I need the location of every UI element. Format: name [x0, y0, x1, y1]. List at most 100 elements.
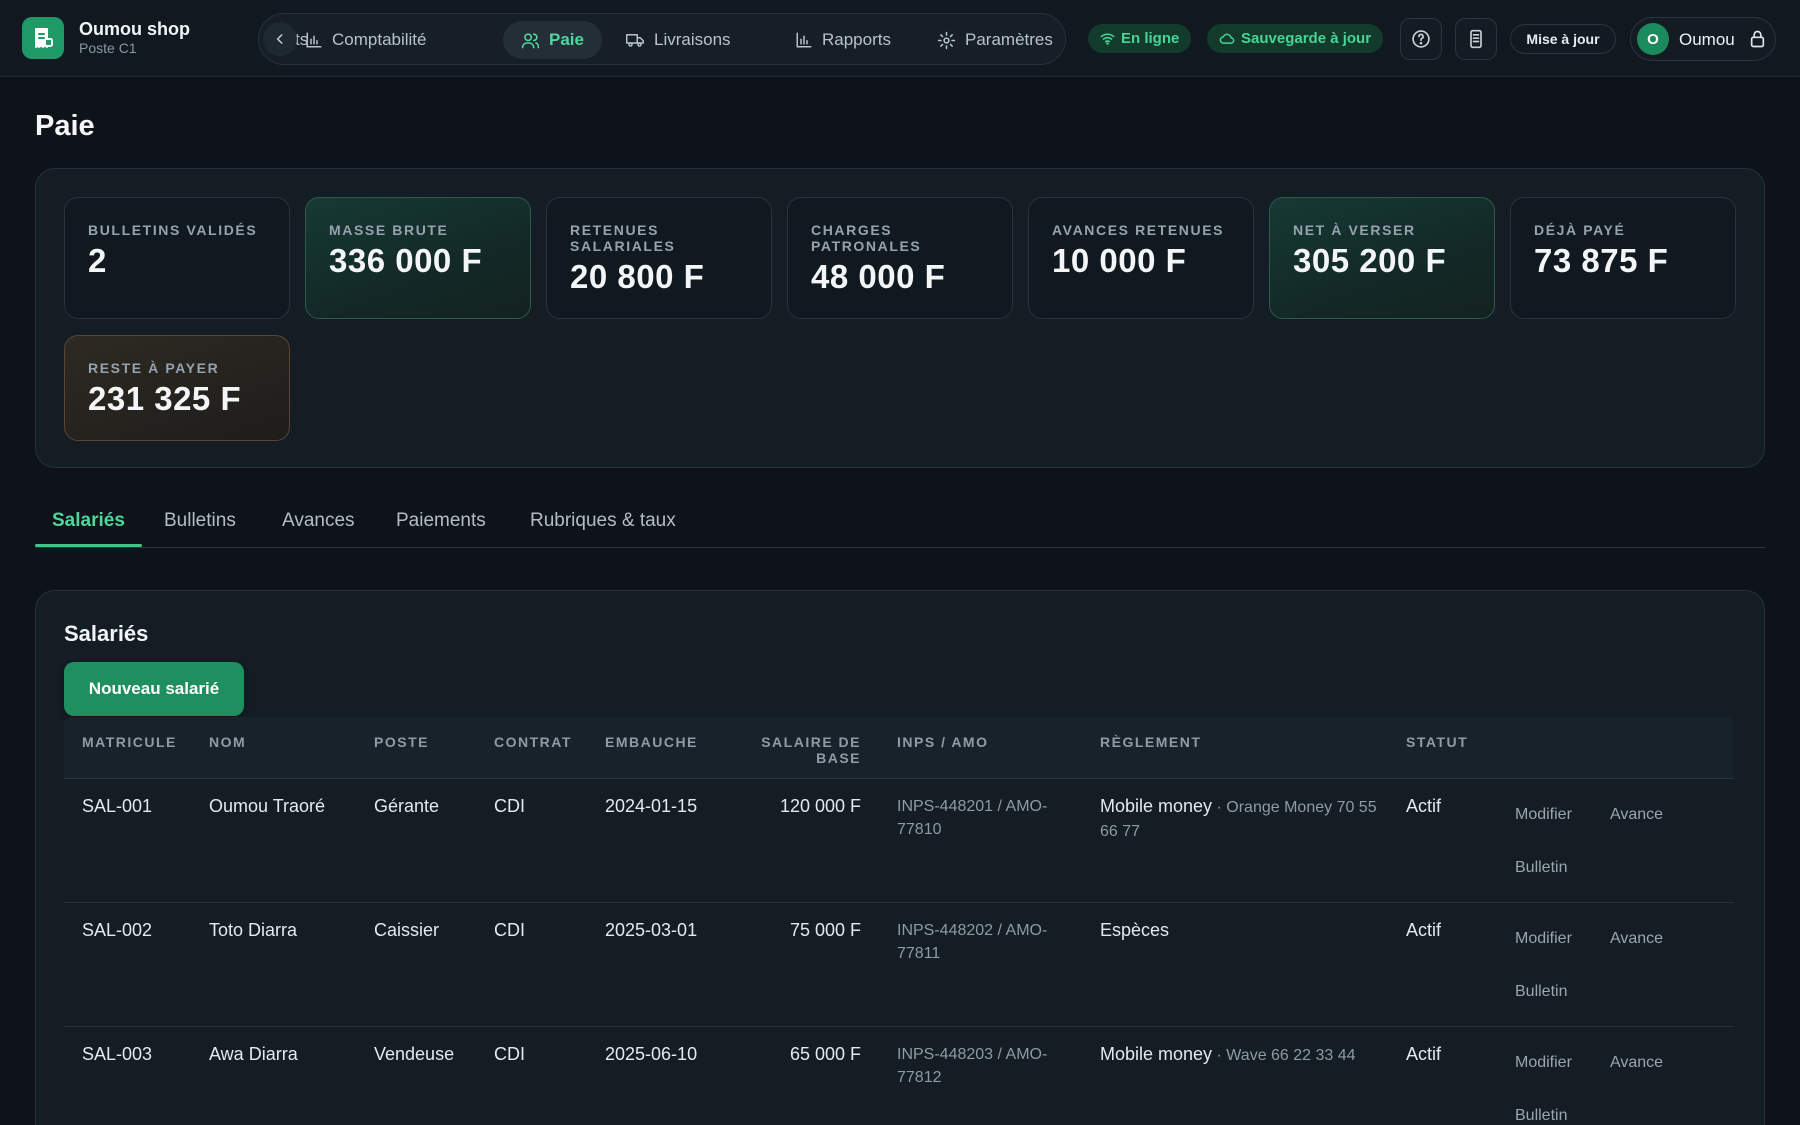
- page-title: Paie: [35, 110, 95, 142]
- cell-nom: Toto Diarra: [209, 920, 298, 940]
- cell-embauche: 2025-06-10: [605, 1044, 698, 1064]
- edit-button[interactable]: Modifier: [1515, 1054, 1572, 1072]
- payslip-button[interactable]: Bulletin: [1515, 859, 1567, 877]
- active-tab-indicator: [35, 544, 142, 547]
- cell-embauche: 2024-01-15: [605, 796, 698, 816]
- truck-icon: [626, 34, 644, 47]
- tab-paiements[interactable]: Paiements: [396, 510, 486, 532]
- online-status-label: En ligne: [1121, 30, 1180, 47]
- advance-button[interactable]: Avance: [1610, 930, 1663, 948]
- edit-button[interactable]: Modifier: [1515, 806, 1572, 824]
- payslip-button[interactable]: Bulletin: [1515, 1107, 1567, 1125]
- tab-bulletins[interactable]: Bulletins: [164, 510, 236, 532]
- backup-status-badge: Sauvegarde à jour: [1207, 24, 1384, 53]
- shop-name: Oumou shop: [79, 19, 190, 39]
- update-button[interactable]: Mise à jour: [1510, 24, 1616, 54]
- stat-value: 10 000 F: [1052, 242, 1187, 279]
- stat-label: Avances retenues: [1052, 222, 1225, 238]
- cell-inps-amo: INPS-448202 / AMO-77811: [897, 922, 1048, 962]
- nav-item-paie[interactable]: Paie: [503, 21, 602, 59]
- employees-panel: Salariés Nouveau salarié Matricule Nom P…: [35, 590, 1765, 1125]
- stat-card-net-a-verser: Net à verser 305 200 F: [1269, 197, 1495, 319]
- nav-item-label: Rapports: [822, 30, 891, 49]
- cell-salaire: 120 000 F: [779, 796, 861, 816]
- nav-item-rapports[interactable]: Rapports: [777, 21, 909, 59]
- nav-item-comptabilite[interactable]: Comptabilité: [287, 21, 445, 59]
- cell-contrat: CDI: [494, 920, 525, 940]
- new-employee-button[interactable]: Nouveau salarié: [64, 662, 244, 716]
- payslip-button[interactable]: Bulletin: [1515, 983, 1567, 1001]
- shop-logo-icon[interactable]: [22, 17, 64, 59]
- users-icon: [521, 32, 540, 48]
- help-button[interactable]: [1400, 18, 1442, 60]
- column-header-nom: Nom: [209, 734, 247, 750]
- cell-statut: Actif: [1406, 1044, 1442, 1064]
- table-row: SAL-001 Oumou Traoré Gérante CDI 2024-01…: [64, 779, 1734, 903]
- stat-value: 336 000 F: [329, 242, 483, 279]
- column-header-embauche: Embauche: [605, 734, 698, 750]
- tab-rubriques-taux[interactable]: Rubriques & taux: [530, 510, 676, 532]
- stat-label: Déjà payé: [1534, 222, 1626, 238]
- nav-item-label: Paie: [549, 30, 584, 49]
- device-button[interactable]: [1455, 18, 1497, 60]
- cell-nom: Awa Diarra: [209, 1044, 298, 1064]
- stat-value: 20 800 F: [570, 258, 705, 295]
- online-status-badge: En ligne: [1088, 24, 1192, 53]
- cell-reglement: Mobile money · Wave 66 22 33 44: [1100, 1043, 1380, 1067]
- main-nav: ts Comptabilité Paie Livraisons Rapports…: [258, 13, 1066, 65]
- tab-avances[interactable]: Avances: [282, 510, 355, 532]
- stat-label: Net à verser: [1293, 222, 1416, 238]
- chevron-left-icon: [276, 34, 283, 44]
- payroll-tabs: Salariés Bulletins Avances Paiements Rub…: [35, 500, 1765, 548]
- table-row: SAL-002 Toto Diarra Caissier CDI 2025-03…: [64, 903, 1734, 1027]
- payment-method: Espèces: [1100, 920, 1170, 940]
- user-menu[interactable]: O Oumou: [1630, 17, 1776, 61]
- gear-icon: [937, 31, 956, 49]
- nav-item-label: Paramètres: [965, 30, 1053, 49]
- tab-salaries[interactable]: Salariés: [52, 510, 125, 532]
- stat-card-masse-brute: Masse brute 336 000 F: [305, 197, 531, 319]
- stat-card-avances-retenues: Avances retenues 10 000 F: [1028, 197, 1254, 319]
- advance-button[interactable]: Avance: [1610, 806, 1663, 824]
- cell-contrat: CDI: [494, 1044, 525, 1064]
- panel-title: Salariés: [64, 621, 149, 646]
- mobile-device-icon: [1470, 29, 1482, 49]
- cloud-icon: [1219, 33, 1235, 44]
- help-icon: [1412, 30, 1430, 48]
- cell-nom: Oumou Traoré: [209, 796, 326, 816]
- stat-card-reste-a-payer: Reste à payer 231 325 F: [64, 335, 290, 441]
- top-bar: Oumou shop Poste C1 ts Comptabilité Paie…: [0, 0, 1800, 77]
- user-name: Oumou: [1679, 30, 1735, 49]
- stat-value: 231 325 F: [88, 380, 242, 417]
- stat-value: 2: [88, 242, 107, 279]
- nav-item-label: Comptabilité: [332, 30, 427, 49]
- cell-salaire: 65 000 F: [789, 1044, 861, 1064]
- nav-item-parametres[interactable]: Paramètres: [919, 21, 1065, 59]
- workstation-name: Poste C1: [79, 40, 137, 56]
- cell-embauche: 2025-03-01: [605, 920, 698, 940]
- stat-label: Masse brute: [329, 222, 449, 238]
- advance-button[interactable]: Avance: [1610, 1054, 1663, 1072]
- bar-chart-icon: [306, 32, 322, 48]
- column-header-statut: Statut: [1406, 734, 1469, 750]
- nav-scroll-left-button[interactable]: [263, 22, 297, 56]
- cell-inps-amo: INPS-448201 / AMO-77810: [897, 798, 1048, 838]
- backup-status-label: Sauvegarde à jour: [1241, 30, 1372, 47]
- cell-poste: Caissier: [374, 920, 440, 940]
- stat-card-charges-patronales: Charges patronales 48 000 F: [787, 197, 1013, 319]
- avatar: O: [1637, 23, 1669, 55]
- stat-value: 73 875 F: [1534, 242, 1669, 279]
- cell-matricule: SAL-002: [82, 920, 153, 940]
- column-header-inps-amo: INPS / AMO: [897, 734, 989, 750]
- lock-icon[interactable]: [1749, 29, 1766, 49]
- payment-detail: · Wave 66 22 33 44: [1212, 1047, 1356, 1064]
- stat-label: Retenues salariales: [570, 222, 676, 254]
- edit-button[interactable]: Modifier: [1515, 930, 1572, 948]
- cell-statut: Actif: [1406, 796, 1442, 816]
- cell-inps-amo: INPS-448203 / AMO-77812: [897, 1046, 1048, 1086]
- nav-item-label: Livraisons: [654, 30, 731, 49]
- column-header-reglement: Règlement: [1100, 734, 1202, 750]
- nav-item-livraisons[interactable]: Livraisons: [607, 21, 749, 59]
- wifi-icon: [1100, 33, 1115, 45]
- payment-method: Mobile money: [1100, 796, 1213, 816]
